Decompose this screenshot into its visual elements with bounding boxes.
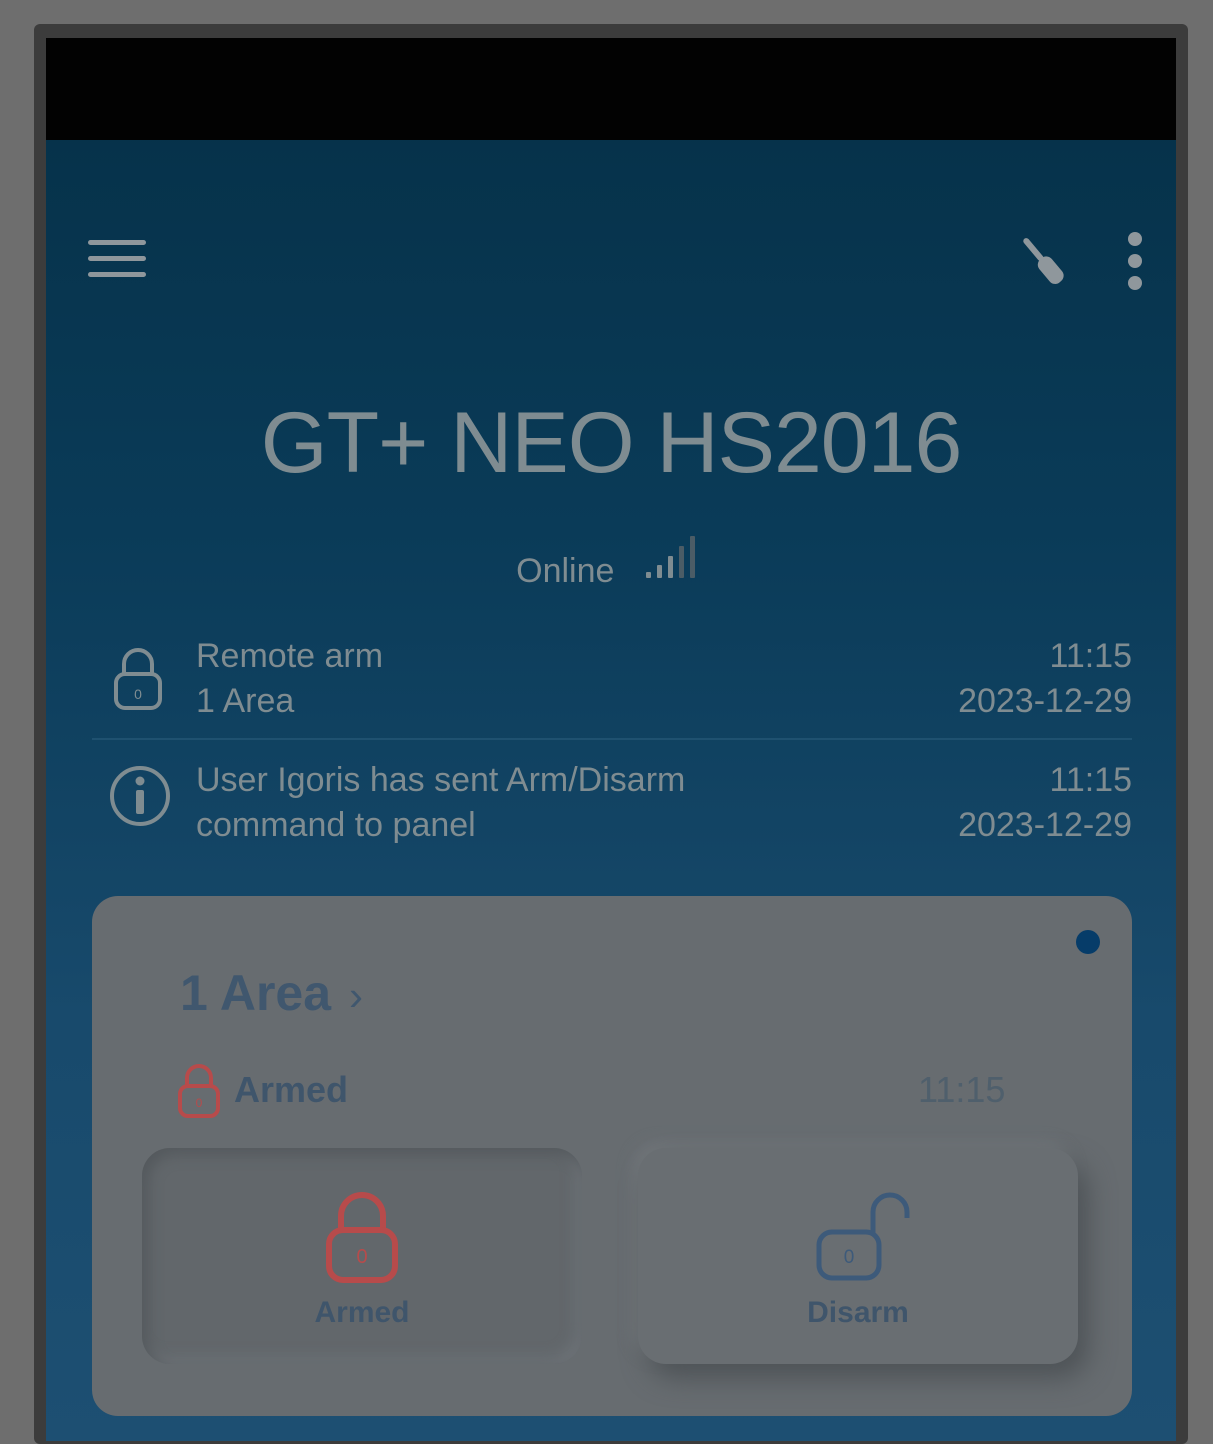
app-screen: GT+ NEO HS2016 Online 0 Remote arm 1 Are… (46, 38, 1176, 1441)
event-description: User Igoris has sent Arm/Disarm command … (196, 761, 686, 844)
svg-text:0: 0 (134, 686, 142, 702)
svg-text:0: 0 (196, 1096, 203, 1110)
area-card: 1 Area › 0 Armed 11:15 0 Armed 0 Disarm (92, 896, 1132, 1416)
lock-closed-icon: 0 (317, 1188, 407, 1284)
event-timestamp: 11:15 2023-12-29 (958, 637, 1132, 720)
status-bar (46, 38, 1176, 140)
event-divider (92, 738, 1132, 740)
lock-icon: 0 (108, 644, 168, 712)
wrench-icon[interactable] (1010, 228, 1076, 294)
area-title-link[interactable]: 1 Area › (180, 964, 363, 1022)
armed-button-label: Armed (314, 1296, 410, 1329)
svg-text:0: 0 (844, 1247, 855, 1268)
armed-button[interactable]: 0 Armed (142, 1148, 582, 1364)
event-item[interactable]: User Igoris has sent Arm/Disarm command … (92, 758, 1132, 868)
disarm-button-label: Disarm (807, 1296, 909, 1329)
area-status-time: 11:15 (918, 1069, 1006, 1110)
signal-strength-icon (645, 536, 706, 582)
connection-status-label: Online (516, 552, 615, 590)
event-item[interactable]: 0 Remote arm 1 Area 11:15 2023-12-29 (92, 634, 1132, 744)
lock-closed-icon: 0 (176, 1061, 222, 1119)
svg-text:0: 0 (356, 1246, 367, 1268)
disarm-button[interactable]: 0 Disarm (638, 1148, 1078, 1364)
area-status-label: Armed (234, 1069, 349, 1110)
event-timestamp: 11:15 2023-12-29 (958, 761, 1132, 844)
top-app-bar (46, 140, 1176, 300)
hamburger-menu-icon[interactable] (88, 240, 148, 290)
info-icon (108, 764, 170, 832)
area-indicator-dot (1076, 930, 1100, 954)
lock-open-icon: 0 (813, 1188, 910, 1284)
area-title: 1 Area (180, 965, 332, 1021)
event-description: Remote arm 1 Area (196, 637, 384, 720)
more-vertical-icon[interactable] (1120, 232, 1150, 296)
chevron-right-icon: › (349, 972, 364, 1019)
panel-title: GT+ NEO HS2016 (260, 395, 963, 491)
connection-status: Online (46, 536, 1176, 591)
